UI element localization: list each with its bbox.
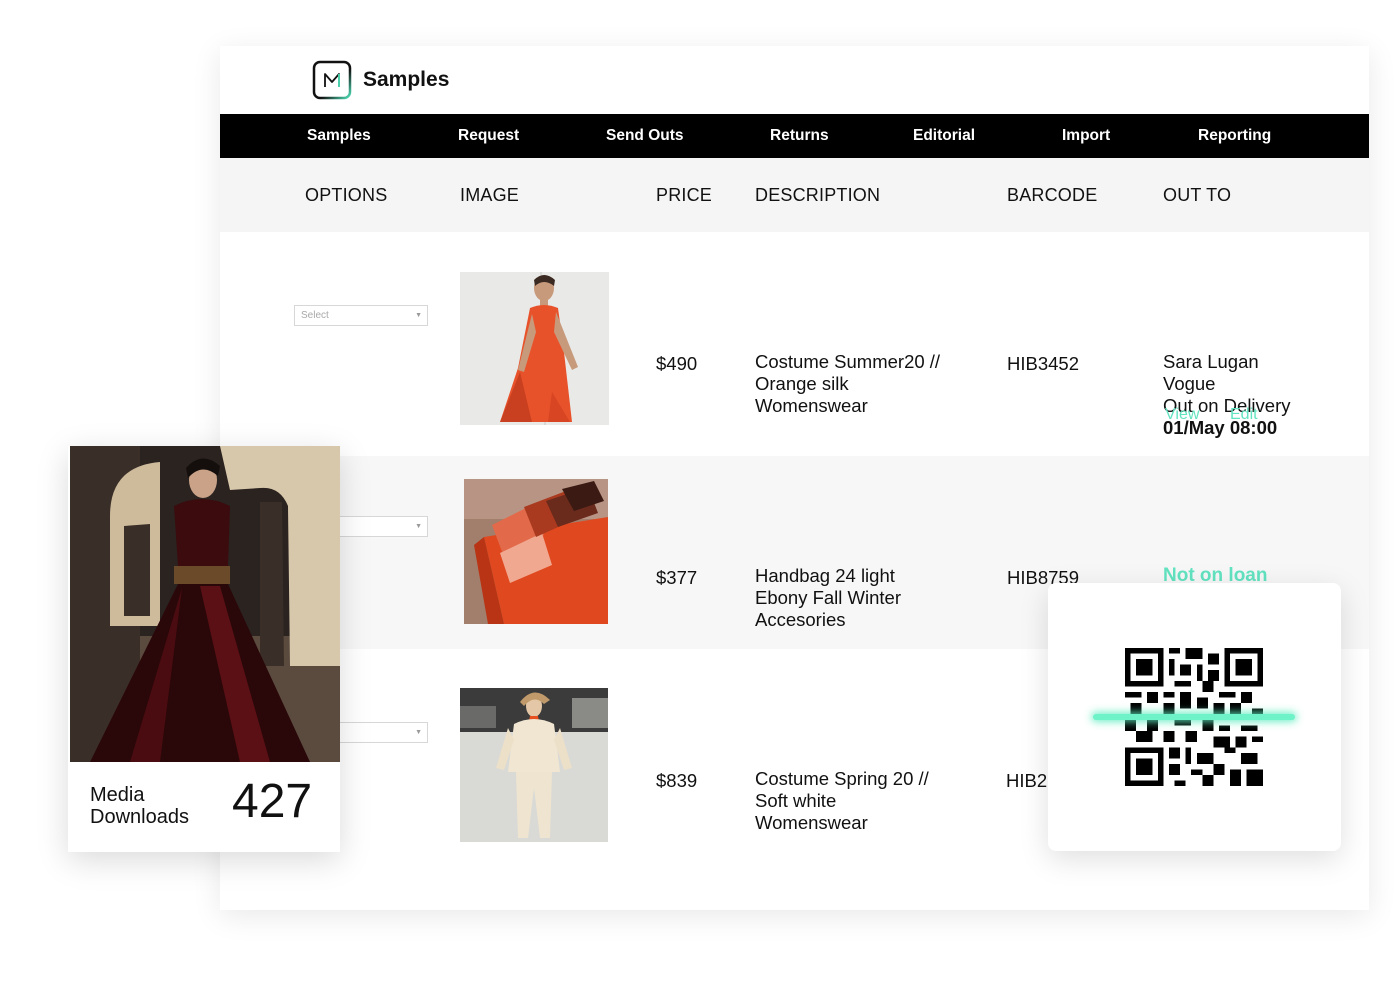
col-description[interactable]: DESCRIPTION bbox=[755, 158, 880, 232]
app-title: Samples bbox=[363, 68, 450, 91]
logo-icon bbox=[312, 60, 352, 100]
main-nav: Samples Request Send Outs Returns Editor… bbox=[220, 114, 1369, 158]
barcode: HIB2 bbox=[1006, 770, 1048, 791]
view-link[interactable]: View bbox=[1165, 406, 1199, 424]
handbag-photo[interactable] bbox=[464, 479, 608, 624]
description: Costume Summer20 // Orange silk Womenswe… bbox=[755, 351, 940, 417]
nav-send-outs[interactable]: Send Outs bbox=[606, 114, 684, 158]
nav-editorial[interactable]: Editorial bbox=[913, 114, 975, 158]
brand: Samples bbox=[312, 60, 449, 100]
media-downloads-count: 427 bbox=[232, 775, 313, 828]
description-line: Ebony Fall Winter bbox=[755, 587, 901, 608]
select-placeholder: Select bbox=[301, 310, 329, 321]
orange-dress-photo[interactable] bbox=[460, 272, 609, 425]
price: $839 bbox=[656, 770, 698, 791]
col-barcode[interactable]: BARCODE bbox=[1007, 158, 1097, 232]
options-select[interactable]: Select ▼ bbox=[294, 305, 428, 326]
col-options[interactable]: OPTIONS bbox=[305, 158, 387, 232]
media-downloads-label: Media Downloads bbox=[90, 784, 189, 828]
col-price[interactable]: PRICE bbox=[656, 158, 712, 232]
velvet-gown-photo bbox=[70, 446, 340, 762]
description-line: Handbag 24 light bbox=[755, 565, 895, 586]
scan-line bbox=[1093, 714, 1295, 720]
table-row[interactable]: Select ▼ $490 Costume Summer20 // Orange… bbox=[220, 232, 1369, 456]
col-image[interactable]: IMAGE bbox=[460, 158, 519, 232]
description-line: Costume Spring 20 // bbox=[755, 768, 929, 789]
media-label-line: Media bbox=[90, 784, 145, 806]
description: Costume Spring 20 // Soft white Womenswe… bbox=[755, 768, 929, 834]
chevron-down-icon: ▼ bbox=[415, 312, 422, 319]
description-line: Costume Summer20 // bbox=[755, 351, 941, 372]
description: Handbag 24 light Ebony Fall Winter Acces… bbox=[755, 565, 901, 631]
nav-request[interactable]: Request bbox=[458, 114, 519, 158]
nav-samples[interactable]: Samples bbox=[307, 114, 371, 158]
out-to-name: Sara Lugan bbox=[1163, 351, 1259, 372]
nav-returns[interactable]: Returns bbox=[770, 114, 829, 158]
description-line: Womenswear bbox=[755, 395, 868, 416]
chevron-down-icon: ▼ bbox=[415, 523, 422, 530]
chevron-down-icon: ▼ bbox=[415, 729, 422, 736]
description-line: Orange silk bbox=[755, 373, 849, 394]
description-line: Womenswear bbox=[755, 812, 868, 833]
qr-scan-card[interactable] bbox=[1048, 583, 1341, 851]
out-to: Sara Lugan Vogue Out on Delivery 01/May … bbox=[1163, 351, 1291, 439]
out-to-company: Vogue bbox=[1163, 373, 1216, 394]
white-suit-runway-photo[interactable] bbox=[460, 688, 608, 842]
table-header: OPTIONS IMAGE PRICE DESCRIPTION BARCODE … bbox=[220, 158, 1369, 232]
barcode: HIB3452 bbox=[1007, 353, 1079, 374]
edit-link[interactable]: Edit bbox=[1230, 406, 1258, 424]
col-out-to[interactable]: OUT TO bbox=[1163, 158, 1231, 232]
description-line: Accesories bbox=[755, 609, 846, 630]
media-label-line: Downloads bbox=[90, 806, 189, 828]
nav-import[interactable]: Import bbox=[1062, 114, 1110, 158]
description-line: Soft white bbox=[755, 790, 837, 811]
price: $490 bbox=[656, 353, 698, 374]
price: $377 bbox=[656, 567, 698, 588]
media-downloads-card[interactable]: Media Downloads 427 bbox=[68, 446, 340, 852]
nav-reporting[interactable]: Reporting bbox=[1198, 114, 1271, 158]
